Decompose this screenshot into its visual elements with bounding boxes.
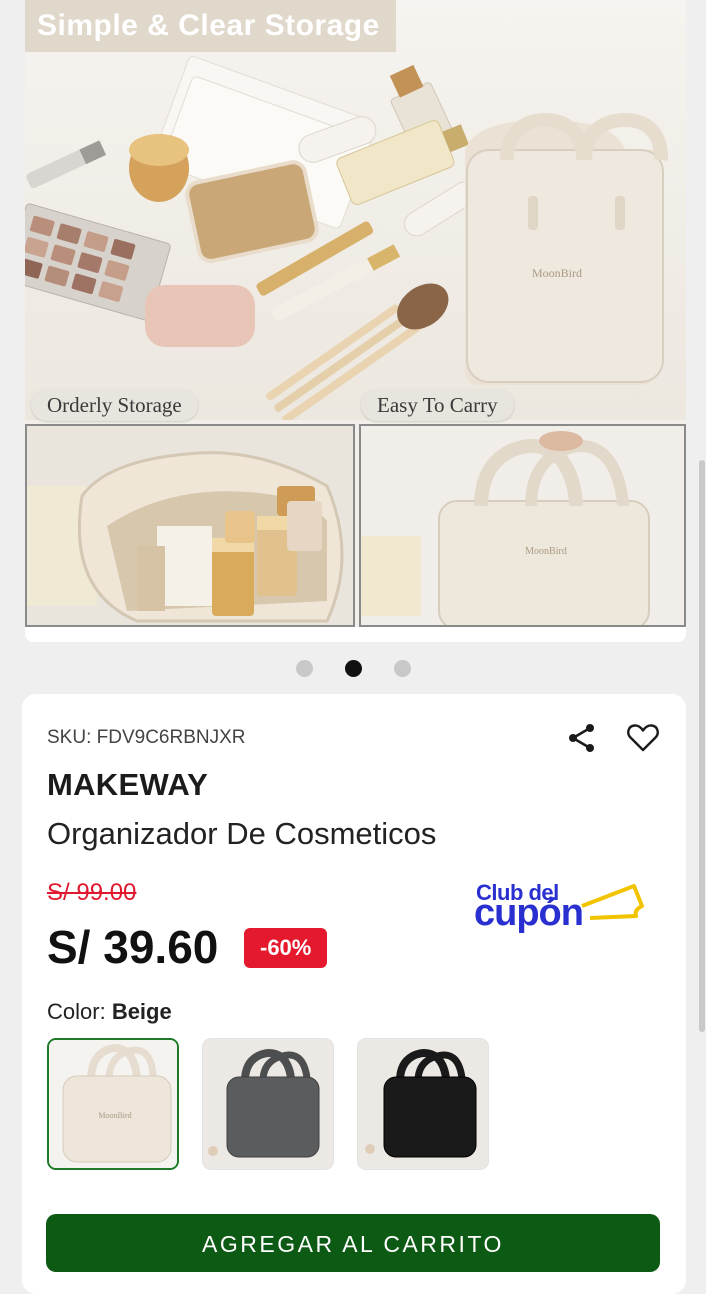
product-brand: MAKEWAY <box>47 767 209 802</box>
club-del-cupon-logo: Club del cupón <box>474 880 646 938</box>
selected-color-name: Beige <box>111 999 172 1024</box>
original-price: S/ 99.00 <box>47 879 137 906</box>
sale-price: S/ 39.60 <box>47 921 219 973</box>
cosmetics-illustration: MoonBird <box>25 56 669 424</box>
carousel-dot-1[interactable] <box>295 660 313 677</box>
product-image-carousel[interactable]: MoonBird Simple & Clear Storage Orderly … <box>25 0 686 642</box>
product-info-card: SKU: FDV9C6RBNJXR MAKEWAY Organizador De… <box>22 694 686 1294</box>
club-logo-line2: cupón <box>474 892 584 934</box>
discount-badge: -60% <box>244 928 328 968</box>
share-icon <box>569 724 594 752</box>
caption-orderly-storage: Orderly Storage <box>31 389 198 421</box>
share-button[interactable] <box>566 722 598 754</box>
page-scrollbar[interactable] <box>699 460 705 1032</box>
svg-text:MoonBird: MoonBird <box>98 1111 131 1120</box>
image-footer-strip <box>25 627 686 642</box>
color-option-beige[interactable]: MoonBird <box>47 1038 179 1170</box>
color-label-prefix: Color: <box>47 999 106 1024</box>
caption-easy-to-carry: Easy To Carry <box>361 389 514 421</box>
favorite-button[interactable] <box>626 722 660 754</box>
sku-text: SKU: FDV9C6RBNJXR <box>47 727 246 748</box>
ticket-icon <box>581 884 644 920</box>
color-option-black[interactable] <box>357 1038 489 1170</box>
carousel-dot-3[interactable] <box>393 660 411 677</box>
svg-text:MoonBird: MoonBird <box>532 266 582 280</box>
beige-bag-thumbnail: MoonBird <box>49 1040 177 1168</box>
svg-text:MoonBird: MoonBird <box>525 546 567 557</box>
heart-icon <box>627 724 659 752</box>
color-label: Color: Beige <box>47 999 172 1025</box>
orderly-storage-image <box>25 424 355 627</box>
black-bag-thumbnail <box>358 1039 488 1169</box>
color-option-gray[interactable] <box>202 1038 334 1170</box>
carry-bag-illustration: MoonBird <box>361 426 684 625</box>
add-to-cart-button[interactable]: AGREGAR AL CARRITO <box>46 1214 660 1272</box>
open-bag-illustration <box>27 426 353 625</box>
carousel-pagination <box>0 660 706 678</box>
product-name: Organizador De Cosmeticos <box>47 816 437 851</box>
carousel-dot-2[interactable] <box>344 660 362 677</box>
gray-bag-thumbnail <box>203 1039 333 1169</box>
product-main-image: MoonBird <box>25 0 686 424</box>
gallery-banner: Simple & Clear Storage <box>25 0 396 52</box>
easy-to-carry-image: MoonBird <box>359 424 686 627</box>
